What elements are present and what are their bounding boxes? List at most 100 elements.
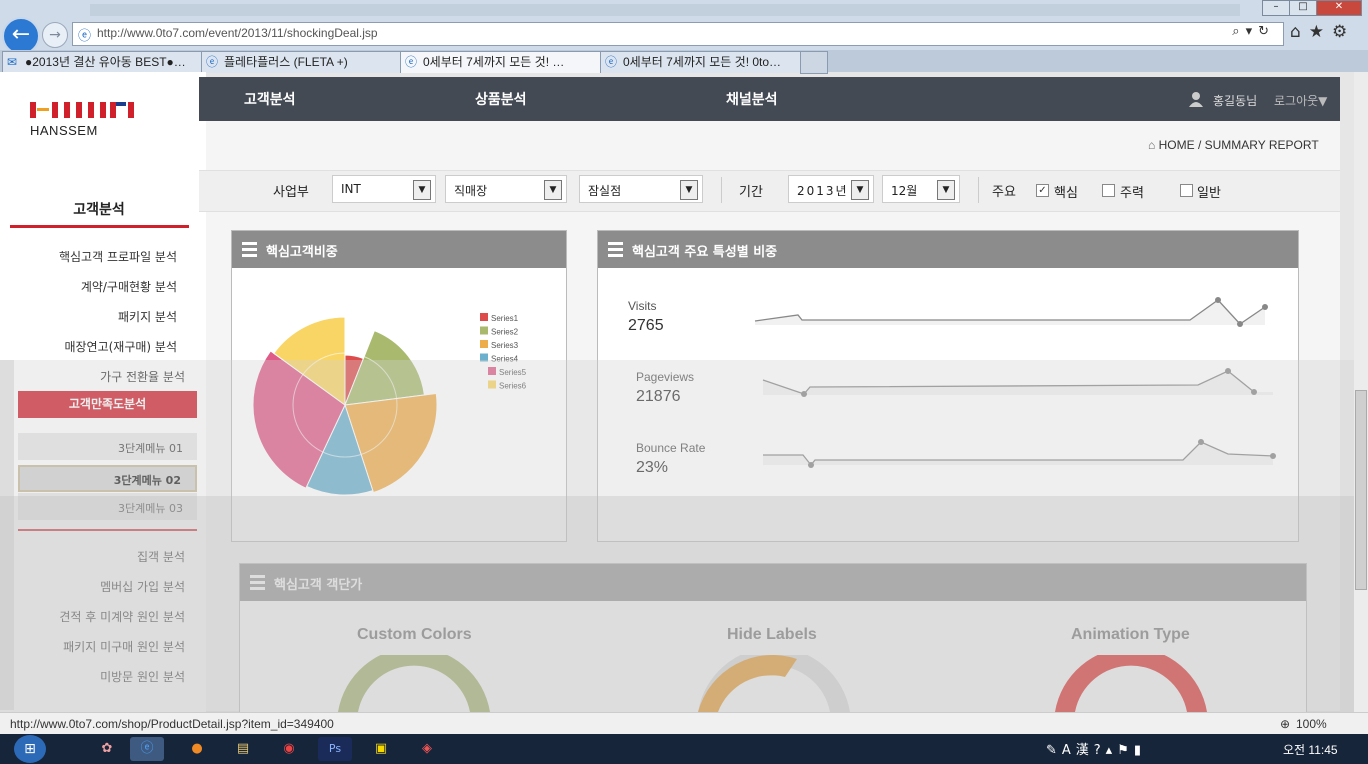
divider [721,177,722,203]
messenger-icon[interactable]: ▣ [364,737,398,761]
chevron-down-icon: ▼ [851,180,869,200]
nav-channel-analysis[interactable]: 채널분석 [726,89,778,109]
submenu-item-2-selected[interactable]: 3단계메뉴 02 [18,465,197,492]
app-icon-2[interactable]: ◈ [410,737,444,761]
tab-4[interactable]: ⓔ 0세부터 7세까지 모든 것! 0to… [600,51,820,73]
general-checkbox[interactable] [1180,184,1193,197]
sparkline-pageviews [762,368,1273,397]
menu-icon[interactable] [608,242,623,260]
sidebar-item-core-profile[interactable]: 핵심고객 프로파일 분석 [10,248,177,265]
page-scrollbar[interactable] [1354,72,1368,712]
sidebar-item-store-repurchase[interactable]: 매장연고(재구매) 분석 [10,338,177,355]
breadcrumb-current: SUMMARY REPORT [1204,138,1319,152]
home-icon[interactable]: ⌂ [1148,138,1155,152]
year-select[interactable]: 2013년 ▼ [788,175,874,203]
logout-button[interactable]: 로그아웃▼ [1274,92,1327,109]
year-value: 2013년 [797,184,849,198]
legend-label[interactable]: Series6 [499,382,527,391]
status-url: http://www.0to7.com/shop/ProductDetail.j… [10,717,334,731]
sidebar-item-membership[interactable]: 멤버십 가입 분석 [18,578,185,595]
stat-value-visits: 2765 [628,317,664,334]
legend-label[interactable]: Series4 [491,355,519,364]
sidebar-item-no-visit[interactable]: 미방문 원인 분석 [18,668,185,685]
store-select[interactable]: 잠실점 ▼ [579,175,703,203]
division-value: INT [341,182,361,196]
legend-swatch [488,380,496,389]
system-tray-icons[interactable]: ✎A漢?▴⚑▮ [1046,739,1146,758]
app-icon-1[interactable]: ✿ [90,737,124,761]
donut-charts [338,655,1207,712]
legend-swatch [480,313,488,321]
chrome-icon[interactable]: ◉ [272,737,306,761]
ie-icon: ⓔ [206,55,219,69]
home-favorites-tools-icons[interactable]: ⌂★⚙ [1290,22,1355,42]
legend-label[interactable]: Series2 [491,328,519,337]
menu-icon[interactable] [242,242,257,260]
donut-hide-labels [698,655,797,712]
user-name: 홍길동님 [1213,94,1258,108]
hanssem-logo-mark [30,102,134,118]
sidebar-item-furniture-conversion[interactable]: 가구 전환율 분석 [18,368,185,385]
chevron-down-icon: ▼ [680,180,698,200]
pie-panel-title: 핵심고객비중 [266,245,338,260]
sidebar-item-visitor[interactable]: 집객 분석 [18,548,185,565]
photoshop-icon[interactable]: Ps [318,737,352,761]
divider [978,177,979,203]
sidebar-item-package[interactable]: 패키지 분석 [10,308,177,325]
ie-taskbar-icon[interactable]: ⓔ [130,737,164,761]
tab-3-active[interactable]: ⓔ0세부터 7세까지 모든 것! …✕ [400,51,621,73]
donut-panel-title: 핵심고객 객단가 [274,578,363,593]
donut-panel-header: 핵심고객 객단가 [240,564,1306,601]
address-bar[interactable]: ⓔ http://www.0to7.com/event/2013/11/shoc… [72,22,1284,46]
minimize-button[interactable]: – [1262,0,1290,16]
tab-label: 0세부터 7세까지 모든 것! 0to… [623,55,782,69]
general-checkbox-label: 일반 [1197,186,1221,201]
firefox-icon[interactable]: ● [180,737,214,761]
sidebar-item-contract-status[interactable]: 계약/구매현황 분석 [10,278,177,295]
menu-icon[interactable] [250,575,265,593]
month-select[interactable]: 12월 ▼ [882,175,960,203]
status-bar: http://www.0to7.com/shop/ProductDetail.j… [0,712,1368,735]
zoom-icon: ⊕ [1280,717,1291,731]
donut-custom-colors [338,655,490,712]
scrollbar-thumb[interactable] [1355,390,1367,590]
division-select[interactable]: INT ▼ [332,175,436,203]
tab-1[interactable]: ✉ ●2013년 결산 유아동 BEST●… [2,51,222,73]
new-tab-button[interactable] [800,51,828,74]
explorer-icon[interactable]: ▤ [226,737,260,761]
legend-swatch [480,340,488,348]
close-window-button[interactable]: ✕ [1316,0,1362,16]
stat-label-bounce: Bounce Rate [636,441,706,455]
channel-select[interactable]: 직매장 ▼ [445,175,567,203]
legend-label[interactable]: Series5 [499,368,527,377]
submenu-item-3[interactable]: 3단계메뉴 03 [18,493,197,520]
submenu-bottom-line [18,529,197,531]
search-refresh-icons[interactable]: ⌕▾↻ [1232,24,1275,39]
sidebar-item-package-no-purchase[interactable]: 패키지 미구매 원인 분석 [18,638,185,655]
tab-2[interactable]: ⓔ 플레타플러스 (FLETA +) [201,51,421,73]
pie-panel-header: 핵심고객비중 [232,231,566,268]
mail-icon: ✉ [7,55,18,69]
core-checkbox[interactable]: ✓ [1036,184,1049,197]
main-checkbox[interactable] [1102,184,1115,197]
nav-customer-analysis[interactable]: 고객분석 [244,89,296,109]
sidebar-title: 고객분석 [73,202,125,218]
start-button[interactable]: ⊞ [14,735,46,763]
chevron-down-icon: ▼ [413,180,431,200]
user-icon [1189,92,1203,107]
maximize-button[interactable]: □ [1289,0,1317,16]
sidebar-item-satisfaction-active[interactable]: 고객만족도분석 [18,391,197,418]
sidebar-scroll-track [0,360,14,710]
address-url: http://www.0to7.com/event/2013/11/shocki… [97,26,378,40]
stat-value-bounce: 23% [636,459,669,476]
period-label: 기간 [739,185,763,200]
forward-button[interactable]: → [42,22,68,48]
logo-text: HANSSEM [30,123,98,138]
breadcrumb-home[interactable]: HOME [1159,138,1195,152]
submenu-item-1[interactable]: 3단계메뉴 01 [18,433,197,460]
sidebar-item-quote-no-contract[interactable]: 견적 후 미계약 원인 분석 [18,608,185,625]
legend-label[interactable]: Series1 [491,314,519,323]
legend-label[interactable]: Series3 [491,341,519,350]
nav-product-analysis[interactable]: 상품분석 [475,89,527,109]
zoom-level[interactable]: 100% [1296,717,1327,731]
